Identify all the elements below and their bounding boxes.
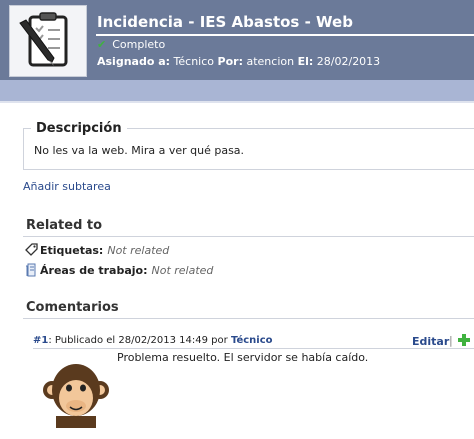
header-divider [96,34,474,36]
add-subtask-link[interactable]: Añadir subtarea [23,180,111,193]
header-band [0,80,474,101]
tags-value: Not related [107,244,170,257]
areas-value: Not related [151,264,214,277]
avatar [42,360,110,428]
band-divider [0,101,474,103]
tags-row: Etiquetas: Not related [24,243,169,257]
document-icon [24,263,38,277]
assigned-value: Técnico [173,55,215,68]
edit-comment-link[interactable]: Editar [412,335,449,348]
comment-published: : Publicado el 28/02/2013 14:49 por [48,335,228,346]
assignment-line: Asignado a: Técnico Por: atencion El: 28… [97,55,380,68]
description-text: No les va la web. Mira a ver qué pasa. [34,144,245,157]
page-header: Incidencia - IES Abastos - Web ✔ Completo… [0,0,474,80]
comments-divider [23,318,474,319]
tags-label: Etiquetas: [40,244,104,257]
comments-title: Comentarios [26,300,119,315]
comment-header: #1: Publicado el 28/02/2013 14:49 por Té… [33,335,273,346]
comment-author[interactable]: Técnico [231,335,273,346]
comment-divider [33,348,474,349]
by-value: atencion [246,55,295,68]
assigned-label: Asignado a: [97,55,171,68]
date-label: El: [297,55,314,68]
comment-text: Problema resuelto. El servidor se había … [117,351,369,364]
status-text: Completo [112,38,166,51]
status-line: ✔ Completo [97,38,165,51]
description-legend: Descripción [31,121,127,136]
related-divider [23,236,474,237]
clipboard-pen-icon [9,5,87,77]
page-title: Incidencia - IES Abastos - Web [97,13,353,31]
date-value: 28/02/2013 [316,55,381,68]
check-icon: ✔ [97,38,107,51]
action-separator: | [449,334,453,347]
related-title: Related to [26,218,103,233]
tag-icon [24,243,38,257]
plus-icon[interactable] [457,333,471,347]
comment-number[interactable]: #1 [33,335,48,346]
by-label: Por: [217,55,243,68]
areas-label: Áreas de trabajo: [40,264,148,277]
areas-row: Áreas de trabajo: Not related [24,263,213,277]
